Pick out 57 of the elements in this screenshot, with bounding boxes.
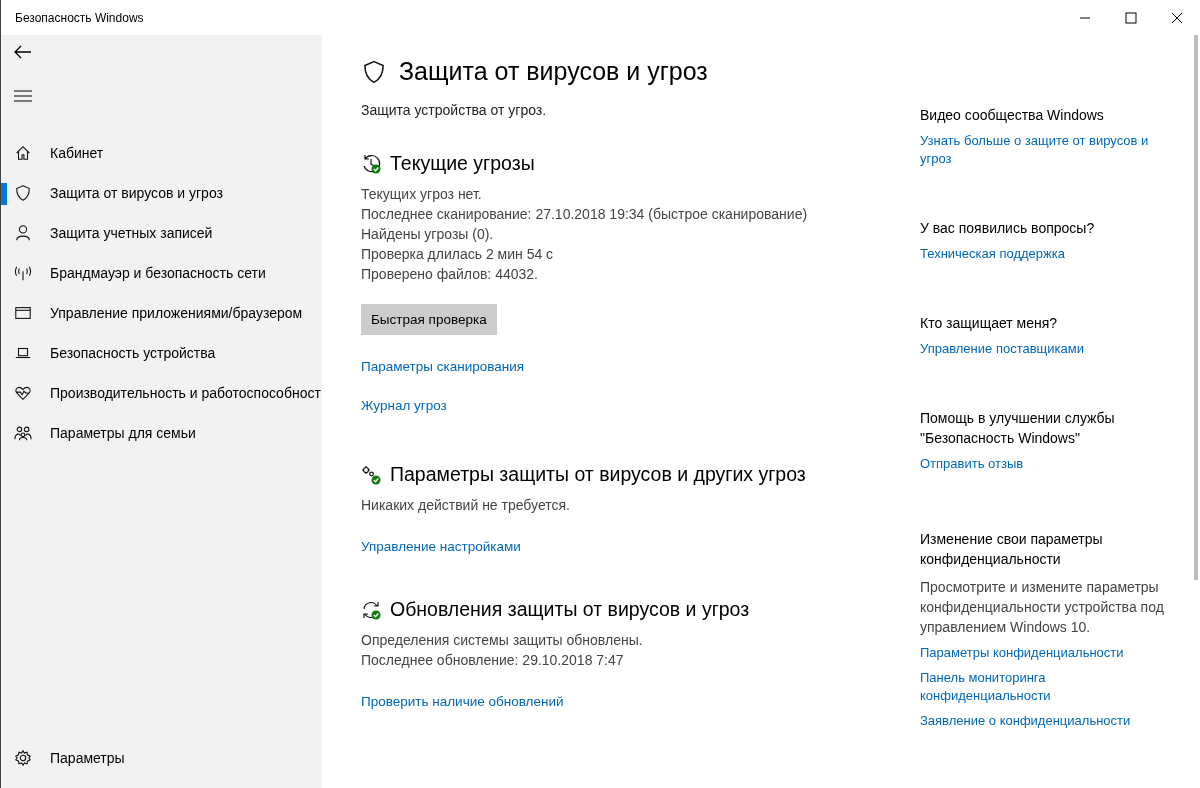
link[interactable]: Техническая поддержка <box>920 245 1178 263</box>
aside-heading: Изменение свои параметры конфиденциальности <box>920 530 1104 569</box>
refresh-check-icon <box>361 599 381 620</box>
clock-check-icon <box>361 153 381 174</box>
scrollbar[interactable] <box>1194 35 1198 580</box>
aside-heading: Кто защищает меня? <box>920 314 1059 333</box>
page-title: Защита от вирусов и угроз <box>399 57 708 86</box>
status-text: Никаких действий не требуется. <box>361 496 571 515</box>
aside-heading: Помощь в улучшении службы "Безопасность Windows" <box>920 409 1116 448</box>
link[interactable]: Параметры сканирования <box>361 359 871 374</box>
status-text: Проверка длилась 2 мин 54 с <box>361 245 555 264</box>
family-icon <box>14 424 32 442</box>
link[interactable]: Управление настройками <box>361 539 871 554</box>
heartbeat-icon <box>14 384 32 402</box>
link[interactable]: Отправить отзыв <box>920 455 1178 473</box>
selection-indicator <box>1 183 7 205</box>
nav-item[interactable]: Брандмауэр и безопасность сети <box>1 253 322 293</box>
back-arrow-icon <box>13 44 33 60</box>
menu-icon <box>14 90 32 102</box>
nav-item[interactable]: Параметры для семьи <box>1 413 322 453</box>
status-text: Найдены угрозы (0). <box>361 225 495 244</box>
window-title: Безопасность Windows <box>14 10 144 25</box>
status-text: Проверено файлов: 44032. <box>361 265 539 284</box>
link[interactable]: Параметры конфиденциальности <box>920 644 1178 662</box>
link[interactable]: Панель мониторинга конфиденциальности <box>920 669 1178 705</box>
nav-item[interactable]: Производительность и работоспособност <box>1 373 322 413</box>
antenna-icon <box>14 264 32 282</box>
settings-item[interactable]: Параметры <box>1 738 322 778</box>
aside-text: Просмотрите и измените параметры конфиденциальности устройства под управлением Windows 10. <box>920 578 1165 637</box>
close-icon <box>1171 11 1183 24</box>
status-text: Текущих угроз нет. <box>361 185 483 204</box>
link[interactable]: Управление поставщиками <box>920 340 1178 358</box>
quick-scan-button[interactable]: Быстрая проверка <box>361 304 497 335</box>
section-title: Текущие угрозы <box>390 152 535 175</box>
status-text: Последнее обновление: 29.10.2018 7:47 <box>361 651 625 670</box>
gear-icon <box>14 749 32 767</box>
link[interactable]: Проверить наличие обновлений <box>361 694 871 709</box>
section-title: Параметры защиты от вирусов и других угроз <box>390 463 806 486</box>
link[interactable]: Узнать больше о защите от вирусов и угроз <box>920 132 1178 168</box>
window-icon <box>14 304 32 322</box>
status-text: Последнее сканирование: 27.10.2018 19:34 (быстрое сканирование) <box>361 205 809 224</box>
nav-item[interactable]: Защита учетных записей <box>1 213 322 253</box>
shield-icon <box>361 58 387 85</box>
nav-item[interactable]: Безопасность устройства <box>1 333 322 373</box>
status-text: Определения системы защиты обновлены. <box>361 631 644 650</box>
shield-icon <box>14 184 32 202</box>
page-subtitle: Защита устройства от угроз. <box>361 102 548 118</box>
aside-heading: У вас появились вопросы? <box>920 219 1096 238</box>
link[interactable]: Журнал угроз <box>361 398 871 413</box>
nav-item[interactable]: Управление приложениями/браузером <box>1 293 322 333</box>
aside-heading: Видео сообщества Windows <box>920 106 1105 125</box>
link[interactable]: Заявление о конфиденциальности <box>920 712 1178 730</box>
home-icon <box>14 144 32 162</box>
section-title: Обновления защиты от вирусов и угроз <box>390 598 750 621</box>
person-icon <box>14 224 32 242</box>
nav-item[interactable]: Кабинет <box>1 133 322 173</box>
maximize-icon <box>1125 11 1137 24</box>
